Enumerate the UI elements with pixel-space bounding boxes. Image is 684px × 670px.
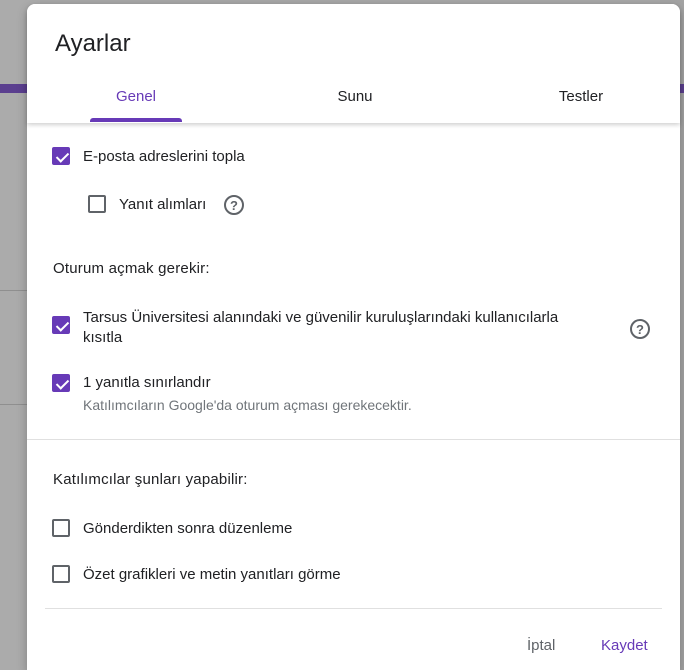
save-button[interactable]: Kaydet — [601, 637, 648, 654]
collect-emails-checkbox[interactable] — [52, 147, 70, 165]
limit-one-response-sublabel: Katılımcıların Google'da oturum açması g… — [83, 397, 412, 413]
restrict-domain-checkbox[interactable] — [52, 316, 70, 334]
tab-general[interactable]: Genel — [90, 88, 182, 105]
background-header-bar — [0, 84, 27, 93]
see-summary-checkbox[interactable] — [52, 565, 70, 583]
settings-dialog: Ayarlar Genel Sunu Testler E-posta adres… — [27, 4, 680, 670]
collect-emails-row[interactable]: E-posta adreslerini topla — [52, 147, 245, 167]
dialog-title: Ayarlar — [55, 30, 131, 57]
restrict-domain-label: Tarsus Üniversitesi alanındaki ve güveni… — [83, 309, 559, 346]
section-divider — [27, 439, 680, 440]
tab-presentation[interactable]: Sunu — [310, 88, 400, 105]
edit-after-submit-checkbox[interactable] — [52, 519, 70, 537]
cancel-button[interactable]: İptal — [527, 637, 555, 654]
active-tab-indicator — [90, 118, 182, 122]
restrict-domain-row[interactable]: Tarsus Üniversitesi alanındaki ve güveni… — [52, 308, 592, 348]
limit-one-response-row[interactable]: 1 yanıtla sınırlandır Katılımcıların Goo… — [52, 373, 412, 415]
edit-after-submit-row[interactable]: Gönderdikten sonra düzenleme — [52, 519, 292, 539]
see-summary-label: Özet grafikleri ve metin yanıtları görme — [83, 566, 341, 583]
collect-emails-label: E-posta adreslerini topla — [83, 148, 245, 165]
response-receipts-label: Yanıt alımları — [119, 196, 207, 213]
see-summary-row[interactable]: Özet grafikleri ve metin yanıtları görme — [52, 565, 341, 585]
dialog-header: Ayarlar Genel Sunu Testler — [27, 4, 680, 123]
respondents-section-title: Katılımcılar şunları yapabilir: — [53, 471, 248, 488]
sign-in-section-title: Oturum açmak gerekir: — [53, 260, 210, 277]
response-receipts-checkbox[interactable] — [88, 195, 106, 213]
footer-divider — [45, 608, 662, 609]
help-circle-icon[interactable]: ? — [630, 319, 650, 339]
help-circle-icon[interactable]: ? — [224, 195, 244, 215]
background-header-bar-right — [680, 84, 684, 93]
response-receipts-row[interactable]: Yanıt alımları — [88, 195, 206, 215]
limit-one-response-checkbox[interactable] — [52, 374, 70, 392]
edit-after-submit-label: Gönderdikten sonra düzenleme — [83, 520, 293, 537]
limit-one-response-label: 1 yanıtla sınırlandır — [83, 374, 211, 391]
limit-one-response-text: 1 yanıtla sınırlandır Katılımcıların Goo… — [83, 373, 412, 415]
tab-quizzes[interactable]: Testler — [532, 88, 630, 105]
